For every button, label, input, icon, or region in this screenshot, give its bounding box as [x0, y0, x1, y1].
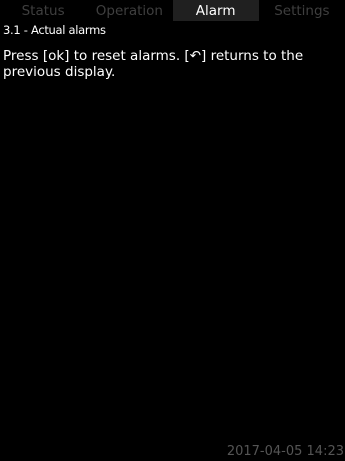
date-time: 2017-04-05 14:23 [226, 444, 344, 459]
tab-operation[interactable]: Operation [86, 0, 173, 21]
tab-alarm[interactable]: Alarm [172, 0, 259, 21]
alarm-instructions: Press [ok] to reset alarms. [↶] returns … [3, 48, 304, 80]
breadcrumb: 3.1 - Actual alarms [3, 23, 106, 37]
tab-bar: Status Operation Alarm Settings [0, 0, 345, 21]
tab-status[interactable]: Status [0, 0, 87, 21]
tab-settings[interactable]: Settings [258, 0, 345, 21]
